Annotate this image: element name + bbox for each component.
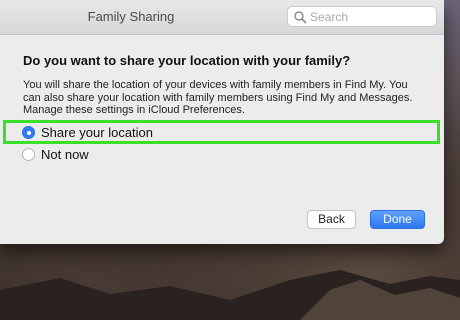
- family-sharing-window: Family Sharing Search Do you want to sha…: [0, 0, 444, 244]
- radio-unselected-icon[interactable]: [22, 148, 35, 161]
- share-location-label[interactable]: Share your location: [41, 125, 153, 140]
- search-icon: [294, 11, 307, 24]
- mountain-landscape: [0, 270, 460, 320]
- dialog-question: Do you want to share your location with …: [23, 53, 351, 68]
- search-placeholder: Search: [310, 10, 349, 24]
- dialog-description: You will share the location of your devi…: [23, 79, 438, 117]
- window-title: Family Sharing: [87, 9, 175, 24]
- dialog-content: Do you want to share your location with …: [23, 52, 438, 117]
- done-button[interactable]: Done: [370, 210, 425, 229]
- not-now-label[interactable]: Not now: [41, 147, 89, 162]
- description-line: Manage these settings in iCloud Preferen…: [23, 104, 245, 116]
- radio-selected-icon[interactable]: [22, 126, 35, 139]
- title-bar: Family Sharing Search: [0, 0, 444, 35]
- description-line: can also share your location with family…: [23, 91, 413, 104]
- description-line: You will share the location of your devi…: [23, 79, 408, 91]
- search-field[interactable]: Search: [287, 6, 437, 27]
- back-button[interactable]: Back: [307, 210, 356, 229]
